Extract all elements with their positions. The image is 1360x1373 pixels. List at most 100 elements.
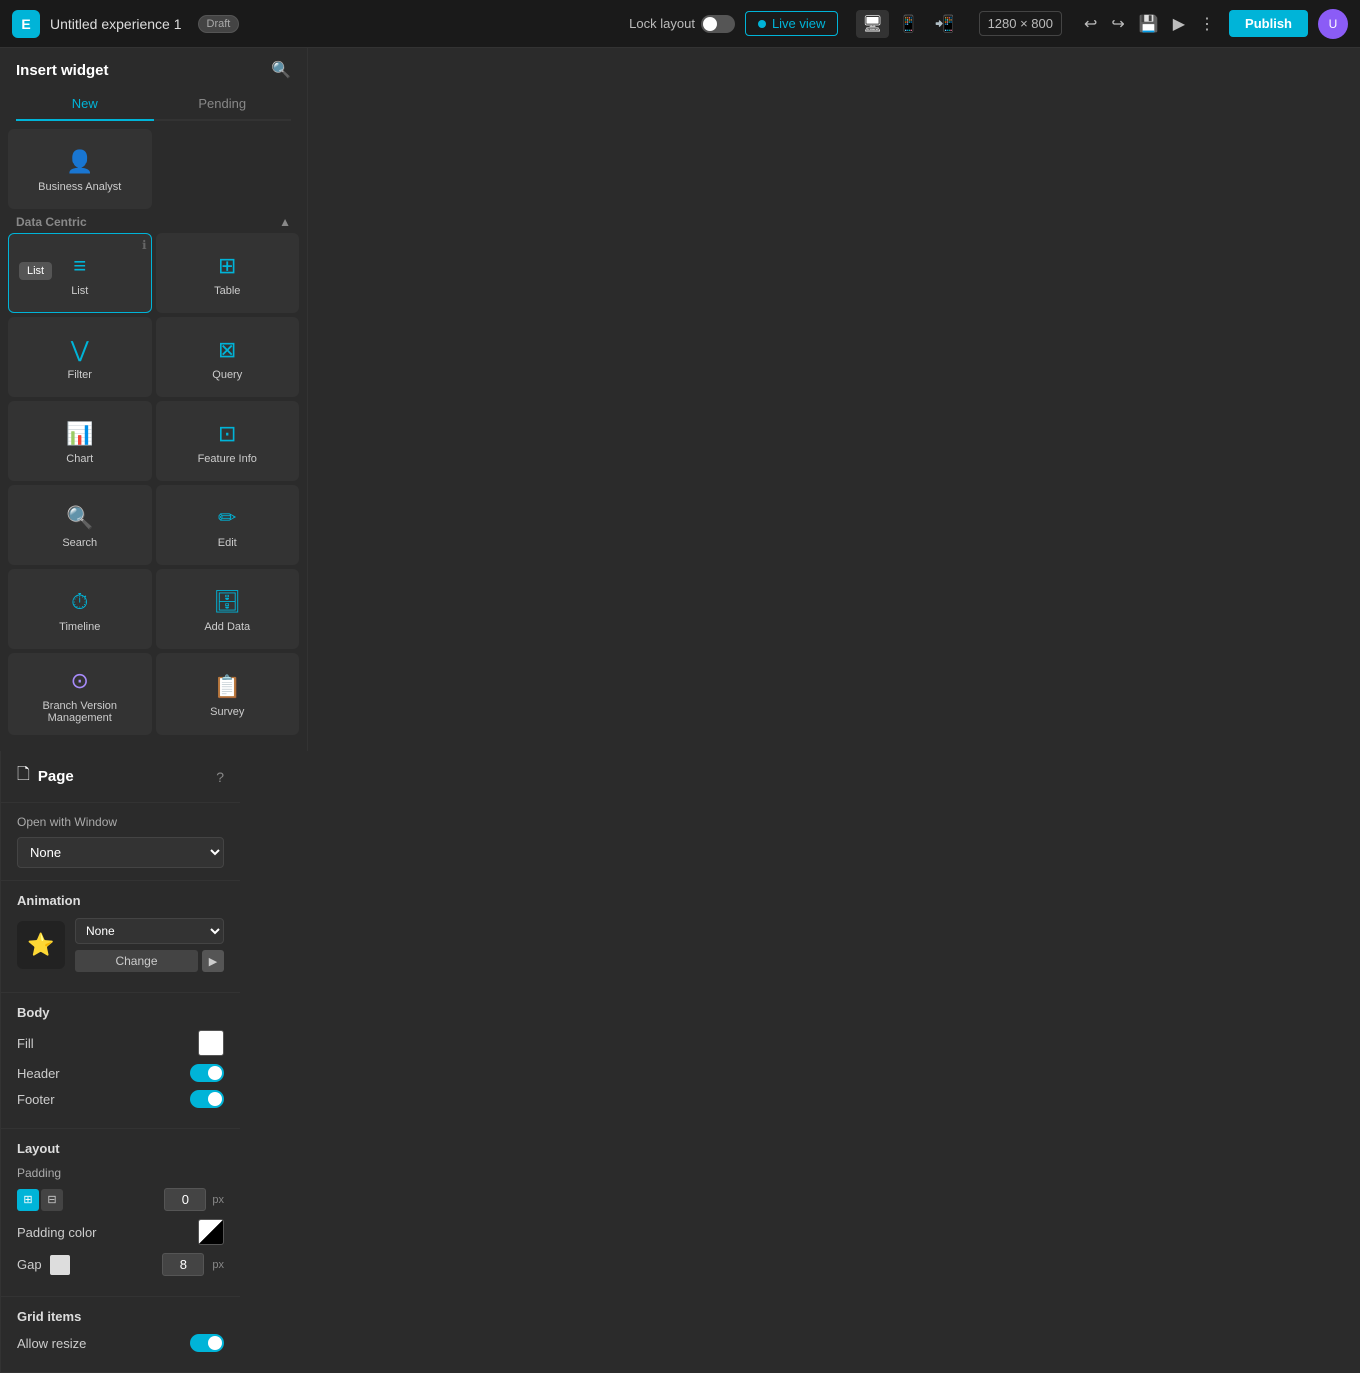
animation-select[interactable]: None [75, 918, 224, 944]
live-view-button[interactable]: Live view [745, 11, 838, 36]
user-avatar[interactable]: U [1318, 9, 1348, 39]
preview-button[interactable]: ▶ [1169, 10, 1189, 38]
widget-label-timeline: Timeline [59, 621, 100, 633]
widget-item-timeline[interactable]: ⏱ Timeline [8, 569, 152, 649]
animation-play-button[interactable]: ▶ [202, 950, 224, 972]
resolution-button[interactable]: 1280 × 800 [979, 11, 1062, 36]
timeline-icon: ⏱ [71, 589, 88, 615]
live-view-dot [758, 20, 766, 28]
tab-pending[interactable]: Pending [154, 88, 292, 119]
widget-label-business-analyst: Business Analyst [38, 181, 121, 193]
widget-item-feature-info[interactable]: ⊡ Feature Info [156, 401, 300, 481]
gap-row: Gap 8 px [17, 1253, 224, 1276]
widget-panel-header: Insert widget 🔍 [0, 48, 307, 80]
topbar-actions: ↩ ↪ 💾 ▶ ⋮ [1080, 10, 1219, 38]
widget-item-survey[interactable]: 📋 Survey [156, 653, 300, 735]
widget-item-table[interactable]: ⊞ Table [156, 233, 300, 313]
widget-item-add-data[interactable]: 🗄 Add Data [156, 569, 300, 649]
business-analyst-icon: 👤 [66, 149, 93, 175]
widget-label-feature-info: Feature Info [198, 453, 257, 465]
widget-panel-title: Insert widget [16, 62, 109, 79]
open-with-select[interactable]: None [17, 837, 224, 868]
add-data-icon: 🗄 [213, 589, 241, 615]
query-icon: ⊠ [218, 337, 236, 363]
footer-toggle[interactable] [190, 1090, 224, 1108]
right-panel-help-button[interactable]: ? [216, 769, 224, 785]
redo-button[interactable]: ↪ [1107, 10, 1128, 38]
widget-label-query: Query [212, 369, 242, 381]
widget-item-list[interactable]: ℹ ≡ List List [8, 233, 152, 313]
padding-input[interactable]: 0 [164, 1188, 206, 1211]
widget-item-search[interactable]: 🔍 Search [8, 485, 152, 565]
open-with-window-section: Open with Window None [1, 803, 240, 881]
widget-label-add-data: Add Data [204, 621, 250, 633]
padding-color-swatch[interactable] [198, 1219, 224, 1245]
fill-row: Fill [17, 1030, 224, 1056]
tablet-device-button[interactable]: 📱 [893, 10, 925, 38]
widget-item-query[interactable]: ⊠ Query [156, 317, 300, 397]
widget-label-filter: Filter [68, 369, 92, 381]
widget-label-list: List [71, 285, 88, 297]
desktop-device-button[interactable]: 🖥 [856, 10, 888, 38]
padding-row: ⊞ ⊟ 0 px [17, 1188, 224, 1211]
animation-title: Animation [17, 893, 224, 908]
lock-layout-toggle[interactable] [701, 15, 735, 33]
data-centric-grid: ℹ ≡ List List ⊞ Table ⋁ Filter ⊠ Query [8, 233, 299, 743]
footer-label: Footer [17, 1092, 55, 1107]
fill-label: Fill [17, 1036, 34, 1051]
allow-resize-row: Allow resize [17, 1334, 224, 1352]
animation-change-button[interactable]: Change [75, 950, 198, 972]
widget-item-placeholder [156, 129, 300, 209]
right-panel-title: Page [38, 768, 74, 785]
fill-swatch[interactable] [198, 1030, 224, 1056]
widget-scroll: 👤 Business Analyst Data centric ▲ ℹ ≡ Li… [0, 121, 307, 751]
header-label: Header [17, 1066, 60, 1081]
edit-icon: ✏ [218, 505, 236, 531]
widget-label-edit: Edit [218, 537, 237, 549]
widget-label-table: Table [214, 285, 240, 297]
widget-panel: Insert widget 🔍 New Pending 👤 Business A… [0, 48, 308, 751]
widget-item-business-analyst[interactable]: 👤 Business Analyst [8, 129, 152, 209]
animation-controls: None Change ▶ [75, 918, 224, 972]
widget-item-edit[interactable]: ✏ Edit [156, 485, 300, 565]
feature-info-icon: ⊡ [218, 421, 236, 447]
gap-input[interactable]: 8 [162, 1253, 204, 1276]
data-centric-section-header: Data centric ▲ [8, 209, 299, 233]
save-button[interactable]: 💾 [1135, 10, 1163, 38]
more-button[interactable]: ⋮ [1195, 10, 1219, 38]
panel-tabs: New Pending [16, 88, 291, 121]
table-icon: ⊞ [218, 253, 236, 279]
widget-label-branch-version: Branch Version Management [17, 700, 143, 724]
panel-search-button[interactable]: 🔍 [271, 60, 291, 80]
list-icon: ≡ [73, 253, 86, 279]
search-icon: 🔍 [66, 505, 93, 531]
animation-section: Animation ⭐ None Change ▶ [1, 881, 240, 993]
widget-label-chart: Chart [66, 453, 93, 465]
publish-button[interactable]: Publish [1229, 10, 1308, 37]
padding-sides-button[interactable]: ⊟ [41, 1189, 63, 1211]
padding-all-button[interactable]: ⊞ [17, 1189, 39, 1211]
body-section: Body Fill Header Footer [1, 993, 240, 1129]
allow-resize-label: Allow resize [17, 1336, 86, 1351]
lock-layout-control: Lock layout [629, 15, 735, 33]
animation-area: ⭐ None Change ▶ [17, 918, 224, 972]
lock-layout-label: Lock layout [629, 16, 695, 31]
survey-icon: 📋 [214, 674, 241, 700]
pad-icon-group: ⊞ ⊟ [17, 1189, 63, 1211]
widget-item-chart[interactable]: 📊 Chart [8, 401, 152, 481]
mobile-device-button[interactable]: 📲 [929, 10, 961, 38]
grid-items-title: Grid items [17, 1309, 224, 1324]
header-toggle[interactable] [190, 1064, 224, 1082]
widget-item-branch-version[interactable]: ⊙ Branch Version Management [8, 653, 152, 735]
gap-px-label: px [212, 1259, 224, 1271]
draft-badge: Draft [198, 15, 240, 33]
widget-item-filter[interactable]: ⋁ Filter [8, 317, 152, 397]
device-icons: 🖥 📱 📲 [856, 10, 960, 38]
animation-change-row: Change ▶ [75, 950, 224, 972]
open-with-label: Open with Window [17, 815, 224, 829]
tab-new[interactable]: New [16, 88, 154, 121]
undo-button[interactable]: ↩ [1080, 10, 1101, 38]
allow-resize-toggle[interactable] [190, 1334, 224, 1352]
list-info-button[interactable]: ℹ [142, 238, 147, 252]
data-centric-collapse[interactable]: ▲ [279, 215, 291, 229]
